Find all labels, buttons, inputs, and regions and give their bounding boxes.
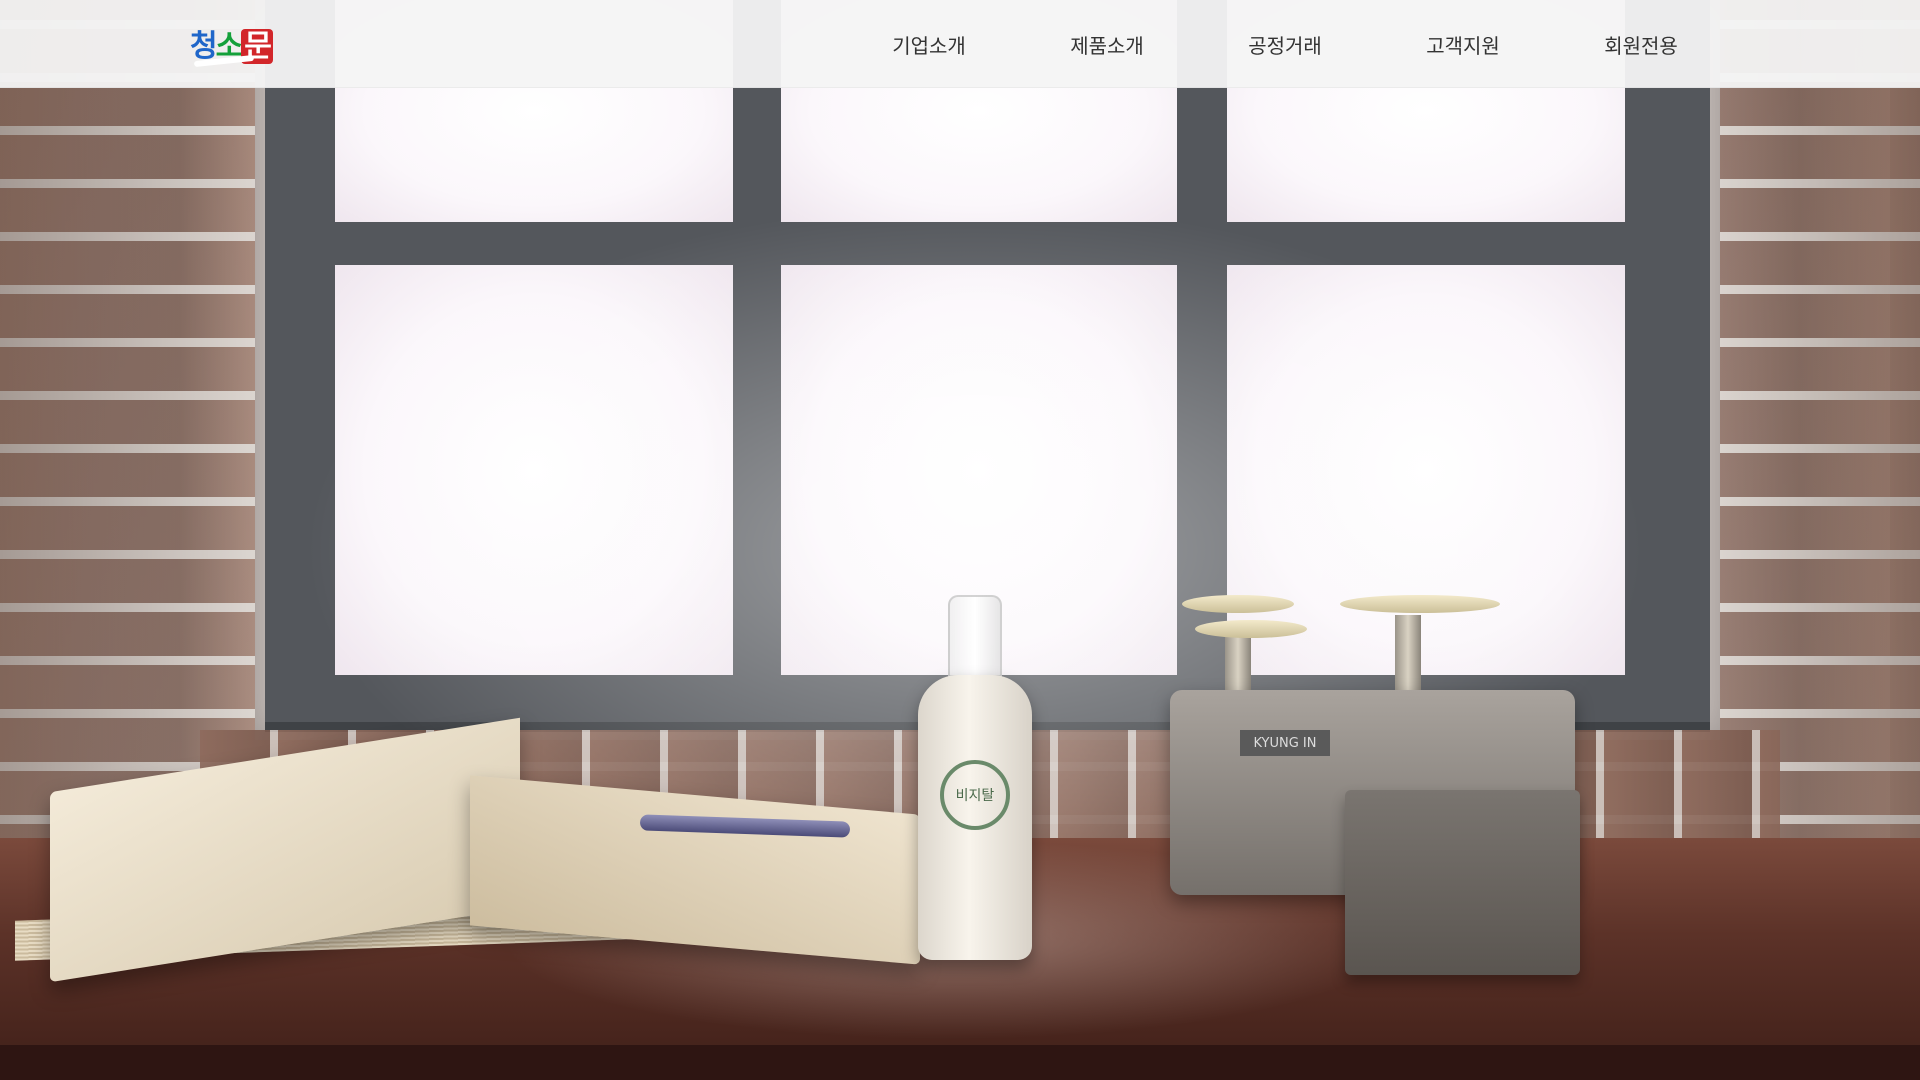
nav-item-company[interactable]: 기업소개 [840, 30, 1018, 59]
scale-plate [1195, 620, 1307, 638]
scale-badge: KYUNG IN [1240, 730, 1330, 756]
nav-item-fair-trade[interactable]: 공정거래 [1196, 30, 1374, 59]
window-pane [335, 265, 733, 675]
bottle-neck [948, 595, 1002, 685]
site-logo[interactable]: 청소 문 [190, 20, 296, 68]
nav-item-support[interactable]: 고객지원 [1374, 30, 1552, 59]
main-nav: 기업소개 제품소개 공정거래 고객지원 회원전용 [840, 0, 1730, 88]
bottle-label-text: 비지탈 [955, 788, 995, 804]
nav-item-members[interactable]: 회원전용 [1552, 30, 1730, 59]
open-book [10, 717, 920, 983]
scale-post [1395, 615, 1421, 695]
scale-plate [1182, 595, 1294, 613]
scale-plate [1340, 595, 1500, 613]
hero-banner: 비지탈 KYUNG IN [0, 0, 1920, 1080]
weight-box [1345, 790, 1580, 975]
site-header: 청소 문 기업소개 제품소개 공정거래 고객지원 회원전용 [0, 0, 1920, 88]
bottle-label: 비지탈 [940, 760, 1010, 830]
table-edge [0, 1045, 1920, 1080]
nav-item-products[interactable]: 제품소개 [1018, 30, 1196, 59]
milk-bottle: 비지탈 [918, 595, 1032, 965]
